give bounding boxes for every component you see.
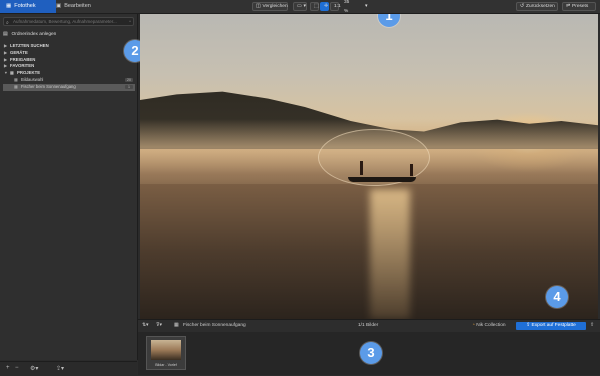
chevron-right-icon: ▶ bbox=[4, 50, 7, 55]
main-photo bbox=[140, 14, 598, 319]
search-placeholder: Aufnahmedatum, Bewertung, Aufnahmeparame… bbox=[13, 19, 117, 24]
project-item-selection[interactable]: ▦ Bildauswahl 20 bbox=[3, 77, 135, 84]
presets-label: Presets bbox=[572, 4, 589, 9]
grid-icon: ▦ bbox=[6, 3, 12, 9]
tab-edit[interactable]: ▣ Bearbeiten bbox=[50, 0, 97, 13]
folder-index-label: Ordnerindex anlegen bbox=[11, 32, 57, 37]
export-button[interactable]: ⇪ Export auf Festplatte bbox=[516, 322, 586, 330]
nik-collection-label: Nik Collection bbox=[476, 323, 506, 328]
fit-icon: ✛ bbox=[324, 4, 329, 9]
project-item-label: Bildauswahl bbox=[21, 76, 44, 82]
tab-edit-label: Bearbeiten bbox=[64, 3, 91, 9]
project-item-fisher[interactable]: ▦ Fischer beim Sonnenaufgang 1 bbox=[3, 83, 135, 91]
export-label: Export auf Festplatte bbox=[531, 323, 576, 328]
add-icon[interactable]: + bbox=[6, 365, 10, 371]
filmstrip-thumbnail[interactable]: Bildar - Vorlef bbox=[146, 336, 186, 370]
reset-label: Zurücksetzen bbox=[526, 4, 555, 9]
photo-fisher-right bbox=[410, 164, 413, 176]
filter-icon[interactable]: ⊽▾ bbox=[156, 320, 162, 332]
photo-boat bbox=[348, 177, 416, 182]
remove-icon[interactable]: − bbox=[15, 365, 19, 371]
gear-icon[interactable]: ⚙▾ bbox=[30, 365, 38, 372]
album-icon: ▦ bbox=[174, 323, 179, 328]
callout-badge-3: 3 bbox=[360, 342, 382, 364]
chevron-down-icon: ▾ bbox=[303, 4, 306, 9]
folder-icon: ▤ bbox=[3, 32, 8, 37]
crop-icon: ⬚ bbox=[314, 4, 319, 9]
album-icon: ▦ bbox=[14, 76, 18, 82]
tree-node-projects[interactable]: ▼ ▦ PROJEKTE bbox=[3, 70, 135, 77]
photo-viewer[interactable]: 1 4 bbox=[138, 14, 600, 319]
chevron-down-icon: ▼ bbox=[4, 71, 8, 76]
zoom-menu-button[interactable]: ▾ bbox=[362, 2, 372, 11]
actual-size-button[interactable]: 1:1 bbox=[330, 2, 341, 11]
navigation-tree: ▶ LETZTEN SUCHEN ▶ GERÄTE ▶ FREIGABEN ▶ … bbox=[3, 43, 135, 91]
filmstrip-toolbar: ⇅▾ ⊽▾ ▦ Fischer beim Sonnenaufgang 1/1 B… bbox=[138, 319, 600, 333]
compare-icon: ◫ bbox=[256, 4, 261, 9]
zoom-level[interactable]: 35 % bbox=[341, 0, 357, 14]
chevron-right-icon: ▶ bbox=[4, 57, 7, 62]
filmstrip-count: 1/1 Bilder bbox=[358, 323, 379, 328]
search-input[interactable]: ⌕ Aufnahmedatum, Bewertung, Aufnahmepara… bbox=[3, 17, 134, 26]
project-count-badge: 1 bbox=[125, 84, 133, 90]
photo-sun-reflection bbox=[370, 189, 410, 319]
projects-icon: ▦ bbox=[10, 70, 14, 76]
presets-icon: ⇌ bbox=[566, 4, 571, 9]
tree-node-recent-searches[interactable]: ▶ LETZTEN SUCHEN bbox=[3, 43, 135, 50]
export-icon: ⇪ bbox=[526, 323, 531, 328]
reset-button[interactable]: ↺ Zurücksetzen bbox=[516, 2, 558, 11]
folder-index-button[interactable]: ▤ Ordnerindex anlegen bbox=[3, 32, 56, 37]
nik-icon: ◔ bbox=[472, 323, 475, 328]
reset-icon: ↺ bbox=[520, 4, 525, 9]
tree-node-shares[interactable]: ▶ FREIGABEN bbox=[3, 57, 135, 64]
photo-water bbox=[140, 184, 598, 319]
chevron-right-icon: ▶ bbox=[4, 44, 7, 48]
sidebar: ⌕ Aufnahmedatum, Bewertung, Aufnahmepara… bbox=[0, 14, 146, 360]
presets-button[interactable]: ⇌ Presets bbox=[562, 2, 596, 11]
nik-collection-button[interactable]: ◔ Nik Collection bbox=[472, 320, 506, 332]
tree-node-label: LETZTEN SUCHEN bbox=[10, 43, 49, 48]
tree-node-label: PROJEKTE bbox=[16, 70, 41, 76]
search-icon: ⌕ bbox=[6, 20, 9, 26]
tab-library[interactable]: ▦ Fotothek bbox=[0, 0, 56, 13]
thumbnail-label: Bildar - Vorlef bbox=[155, 363, 177, 367]
thumbnail-image bbox=[151, 340, 181, 360]
fit-button[interactable]: ✛ bbox=[320, 2, 329, 11]
top-toolbar: ▦ Fotothek ▣ Bearbeiten ◫ Vergleichen ▭ … bbox=[0, 0, 600, 14]
album-icon: ▦ bbox=[14, 83, 18, 89]
image-icon: ▣ bbox=[56, 3, 62, 9]
tree-node-label: GERÄTE bbox=[10, 49, 28, 55]
tree-node-label: FREIGABEN bbox=[10, 56, 36, 62]
callout-badge-4: 4 bbox=[546, 286, 568, 308]
search-options-icon[interactable]: ▫ bbox=[129, 18, 131, 26]
chevron-down-icon: ▾ bbox=[365, 4, 368, 9]
actual-size-icon: 1:1 bbox=[334, 4, 341, 9]
sort-icon[interactable]: ⇅▾ bbox=[142, 320, 148, 332]
compare-button[interactable]: ◫ Vergleichen bbox=[252, 2, 288, 11]
filmstrip-album-label: Fischer beim Sonnenaufgang bbox=[183, 323, 246, 328]
view-mode-icon: ▭ bbox=[297, 4, 302, 9]
photo-fisher-left bbox=[360, 161, 363, 175]
project-item-label: Fischer beim Sonnenaufgang bbox=[21, 83, 76, 89]
crop-button[interactable]: ⬚ bbox=[310, 2, 319, 11]
compare-label: Vergleichen bbox=[262, 4, 288, 9]
tree-node-favorites[interactable]: ▶ FAVORITEN bbox=[3, 63, 135, 70]
import-icon[interactable]: ⇪▾ bbox=[56, 365, 64, 372]
tab-library-label: Fotothek bbox=[14, 3, 36, 9]
project-count-badge: 20 bbox=[125, 77, 133, 83]
tree-node-label: FAVORITEN bbox=[10, 63, 35, 69]
chevron-right-icon: ▶ bbox=[4, 64, 7, 69]
share-icon[interactable]: ⇧ bbox=[590, 320, 594, 332]
tree-node-devices[interactable]: ▶ GERÄTE bbox=[3, 50, 135, 57]
view-mode-button[interactable]: ▭ ▾ bbox=[293, 2, 307, 11]
sidebar-footer: + − ⚙▾ ⇪▾ bbox=[0, 361, 137, 376]
filmstrip: Bildar - Vorlef 3 bbox=[138, 332, 600, 375]
